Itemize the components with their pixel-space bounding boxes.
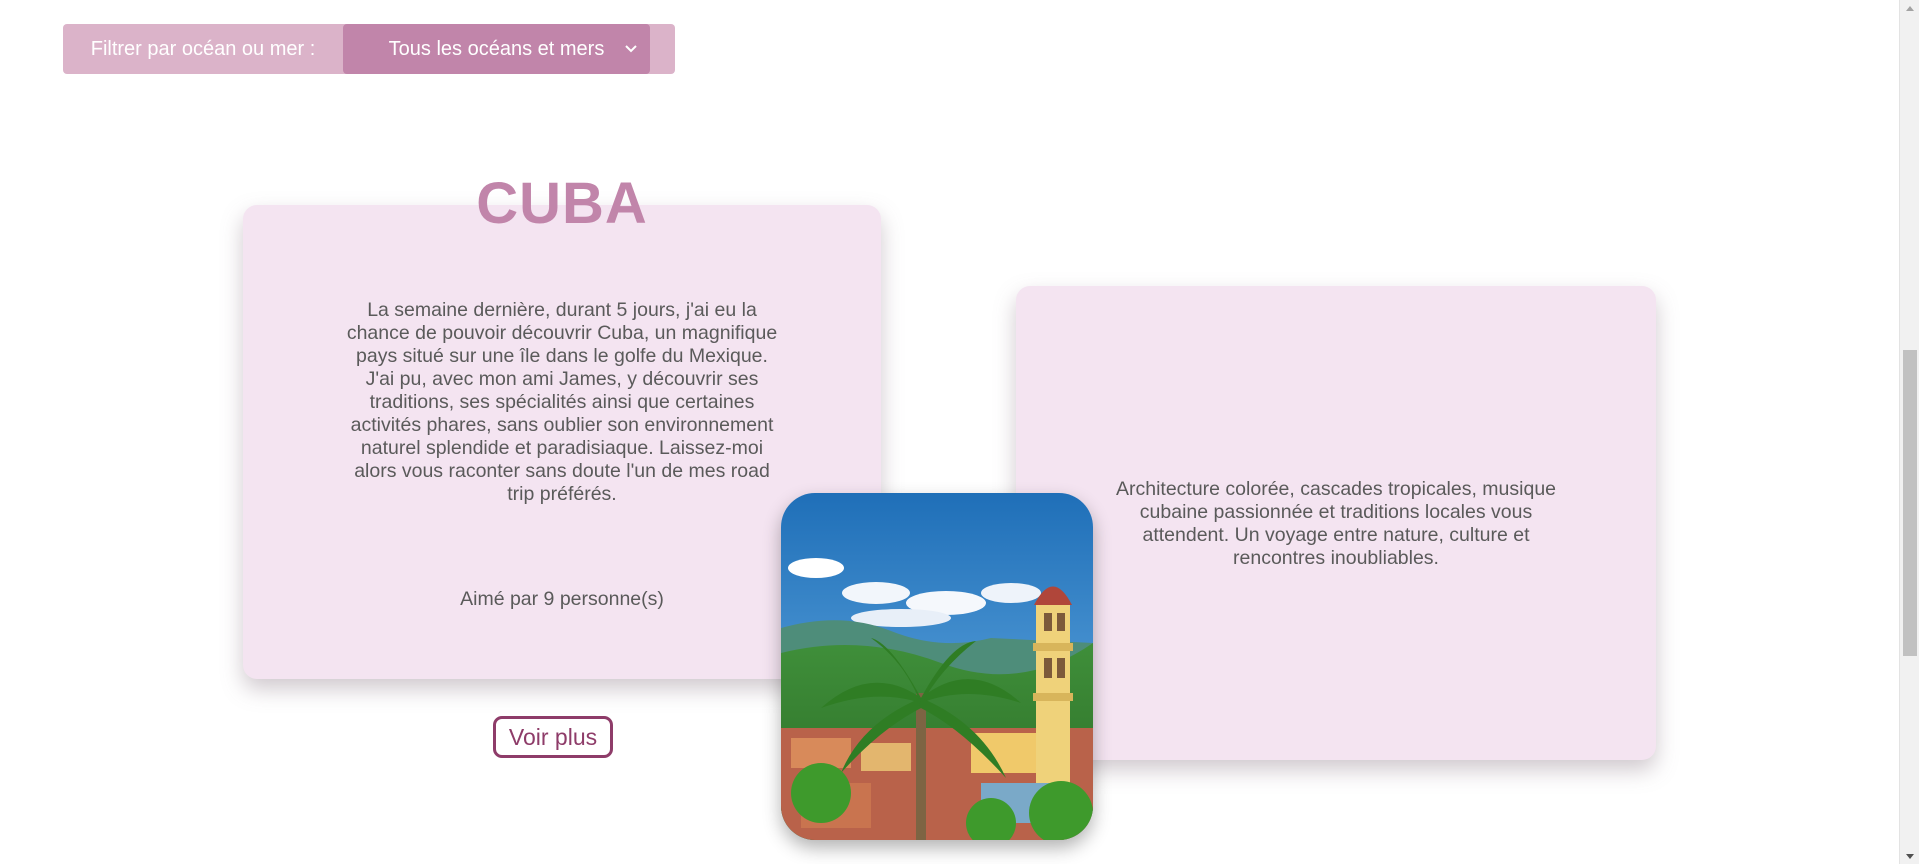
filter-label: Filtrer par océan ou mer : xyxy=(90,37,316,60)
article-side-text: Architecture colorée, cascades tropicale… xyxy=(1115,478,1557,569)
triangle-down-icon[interactable] xyxy=(1900,848,1919,864)
scrollbar-thumb[interactable] xyxy=(1903,350,1917,656)
article-description: La semaine dernière, durant 5 jours, j'a… xyxy=(346,299,778,505)
chevron-down-icon xyxy=(624,42,638,56)
filter-bar: Filtrer par océan ou mer : Tous les océa… xyxy=(63,24,675,74)
article-title: CUBA xyxy=(476,171,648,236)
ocean-filter-selected-value: Tous les océans et mers xyxy=(388,37,605,60)
page-scrollbar[interactable] xyxy=(1899,0,1919,864)
cuba-photo xyxy=(781,493,1093,840)
ocean-filter-select[interactable]: Tous les océans et mers xyxy=(343,24,650,74)
cuba-photo-illustration xyxy=(781,493,1093,840)
triangle-up-icon[interactable] xyxy=(1900,0,1919,16)
voir-plus-button[interactable]: Voir plus xyxy=(493,716,613,758)
